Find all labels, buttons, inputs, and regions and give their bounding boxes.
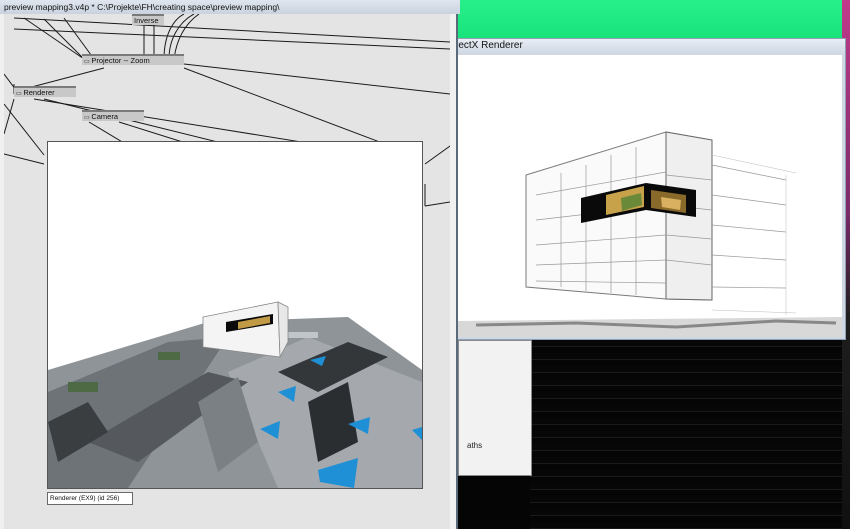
node-projector-zoom[interactable]: ▭ Projector -- Zoom: [82, 54, 184, 65]
node-renderer[interactable]: ▭ Renderer: [14, 86, 76, 97]
directx-renderer-window[interactable]: rectX Renderer: [452, 38, 846, 340]
panel-text: aths: [467, 441, 483, 450]
window-title: rectX Renderer: [453, 39, 845, 53]
renderer-preview[interactable]: [47, 141, 423, 489]
node-camera[interactable]: ▭ Camera: [82, 110, 144, 121]
building-render-image: [456, 55, 842, 337]
background-window-panel[interactable]: aths: [458, 340, 532, 476]
node-inverse[interactable]: Inverse: [132, 14, 164, 25]
render-view[interactable]: [456, 55, 842, 337]
renderer-node-label: Renderer (EX9) (id 256): [47, 492, 133, 505]
preview-3d-scene: [48, 142, 422, 488]
patch-window[interactable]: preview mapping3.v4p * C:\Projekte\FH\cr…: [0, 0, 460, 529]
desktop-background-green: [450, 0, 850, 40]
desktop-background-dark: [530, 340, 842, 529]
window-title: preview mapping3.v4p * C:\Projekte\FH\cr…: [0, 0, 460, 14]
